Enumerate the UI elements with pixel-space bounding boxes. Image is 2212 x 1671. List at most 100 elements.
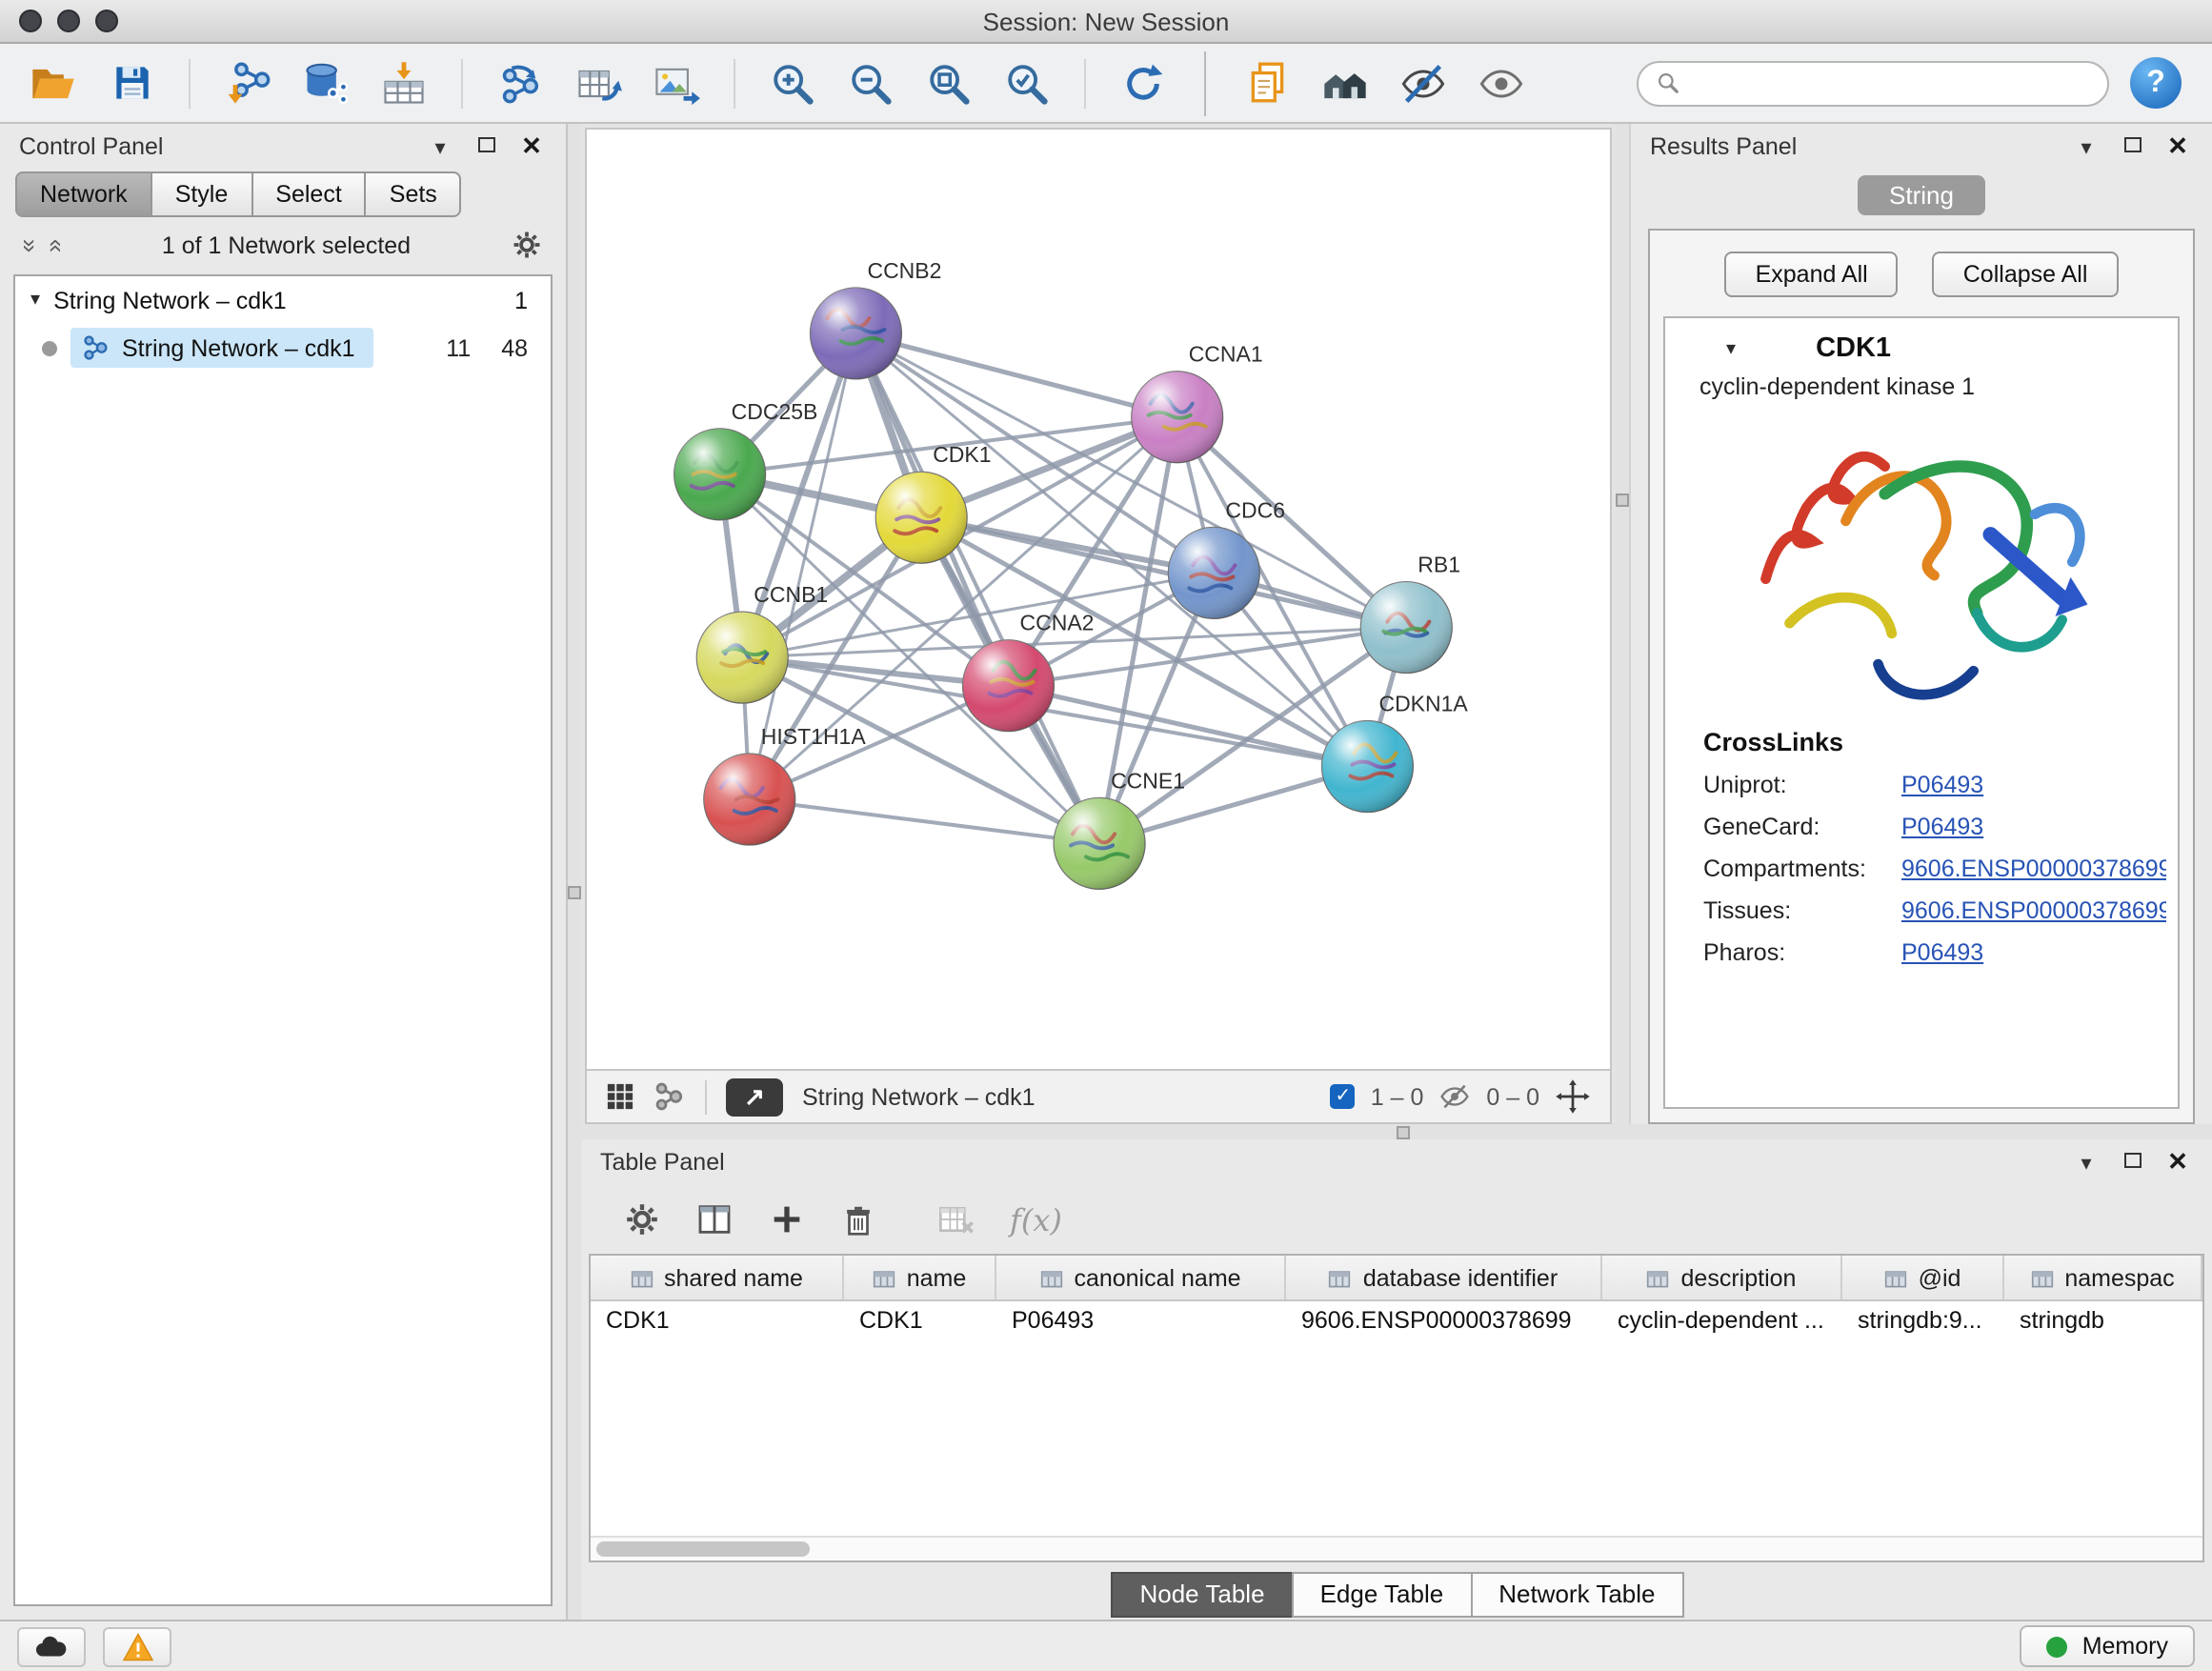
close-panel-icon[interactable]: ✕ [2162,1147,2193,1178]
cloud-status-button[interactable] [17,1626,86,1666]
refresh-button[interactable] [1109,49,1177,117]
open-session-button[interactable] [19,49,88,117]
collapse-panel-icon[interactable]: ▾ [2071,1150,2101,1175]
tab-network[interactable]: Network [15,171,152,217]
table-row[interactable]: CDK1CDK1P064939606.ENSP00000378699cyclin… [591,1301,2202,1343]
tab-node-table[interactable]: Node Table [1111,1572,1293,1618]
network-node[interactable]: HIST1H1A [704,724,867,845]
collection-expand-icon[interactable]: ▾ [30,290,40,311]
crosslink-link[interactable]: 9606.ENSP00000378699 [1901,856,2166,882]
first-neighbors-button[interactable] [1311,49,1379,117]
tab-network-table[interactable]: Network Table [1470,1572,1683,1618]
gene-header[interactable]: ▾ CDK1 [1665,318,2178,368]
selected-network-chip[interactable]: String Network – cdk1 [70,328,374,368]
column-header[interactable]: description [1602,1256,1842,1299]
grid-view-icon[interactable] [606,1082,634,1111]
network-node[interactable]: CDC6 [1168,497,1285,618]
expand-all-networks-icon[interactable]: » [20,238,39,252]
float-panel-icon[interactable] [2117,1151,2147,1174]
network-node[interactable]: CCNB1 [696,582,828,703]
column-header[interactable]: database identifier [1286,1256,1602,1299]
delete-column-trash-icon[interactable] [840,1201,876,1238]
show-columns-icon[interactable] [695,1200,734,1238]
minimize-window-button[interactable] [57,10,80,32]
birdseye-view-icon[interactable] [654,1080,686,1113]
network-canvas[interactable]: CCNB2CCNA1CDC25BCDK1CDC6RB1CCNB1CCNA2CDK… [585,128,1612,1071]
memory-button[interactable]: Memory [2020,1625,2195,1667]
scrollbar-thumb[interactable] [596,1541,810,1557]
new-network-table-button[interactable] [564,49,633,117]
export-network-button[interactable]: ↗ [726,1077,783,1116]
network-title: String Network – cdk1 [802,1083,1036,1110]
import-table-from-file-button[interactable] [370,49,438,117]
expand-all-button[interactable]: Expand All [1725,252,1899,297]
toolbar-separator [189,58,191,108]
crosslink-link[interactable]: P06493 [1901,814,2166,840]
save-session-button[interactable] [97,49,166,117]
warnings-button[interactable] [103,1626,171,1666]
network-row-selected[interactable]: String Network – cdk1 11 48 [15,324,551,372]
create-column-plus-icon[interactable] [768,1200,806,1238]
splitter-network-table[interactable] [581,1124,2212,1139]
table-cell: CDK1 [591,1301,844,1343]
gene-collapse-icon[interactable]: ▾ [1726,338,1736,359]
column-header[interactable]: canonical name [996,1256,1286,1299]
toolbar-search[interactable] [1637,60,2109,106]
close-panel-icon[interactable]: ✕ [2162,131,2193,162]
column-header[interactable]: shared name [591,1256,844,1299]
hidden-eye-slash-icon[interactable] [1438,1080,1471,1113]
close-window-button[interactable] [19,10,42,32]
network-node[interactable]: CDKN1A [1321,692,1468,813]
crosslink-link[interactable]: P06493 [1901,939,2166,966]
crosslink-link[interactable]: P06493 [1901,772,2166,798]
import-network-from-file-button[interactable] [213,49,282,117]
tab-style[interactable]: Style [151,171,253,217]
float-panel-icon[interactable] [2117,135,2147,158]
table-body[interactable]: CDK1CDK1P064939606.ENSP00000378699cyclin… [591,1301,2202,1536]
zoom-selected-button[interactable] [993,49,1061,117]
tab-select[interactable]: Select [251,171,367,217]
network-node[interactable]: CCNA1 [1132,342,1263,463]
column-header[interactable]: namespac [2004,1256,2202,1299]
table-header-row: shared namenamecanonical namedatabase id… [591,1256,2202,1301]
tab-edge-table[interactable]: Edge Table [1292,1572,1473,1618]
collapse-panel-icon[interactable]: ▾ [425,134,455,159]
copy-button[interactable] [1233,49,1301,117]
export-image-button[interactable] [642,49,711,117]
search-input[interactable] [1692,70,2090,96]
network-options-gear-icon[interactable] [511,229,543,261]
tab-sets[interactable]: Sets [365,171,462,217]
close-panel-icon[interactable]: ✕ [516,131,547,162]
column-header[interactable]: @id [1842,1256,2004,1299]
function-builder-icon[interactable]: f(x) [1010,1201,1062,1238]
show-all-button[interactable] [1467,49,1536,117]
new-network-button[interactable] [486,49,554,117]
fit-selected-crosshair-icon[interactable] [1555,1078,1591,1115]
protein-structure-image [1665,404,2178,709]
delete-table-icon[interactable] [937,1200,975,1238]
collapse-all-button[interactable]: Collapse All [1933,252,2119,297]
tab-string[interactable]: String [1857,175,1986,215]
zoom-fit-content-button[interactable] [915,49,983,117]
network-node[interactable]: CCNB2 [810,258,941,379]
network-node[interactable]: RB1 [1360,553,1460,674]
column-header[interactable]: name [844,1256,996,1299]
zoom-window-button[interactable] [95,10,118,32]
table-options-gear-icon[interactable] [623,1200,661,1238]
float-panel-icon[interactable] [471,135,501,158]
crosslink-link[interactable]: 9606.ENSP00000378699 [1901,897,2166,924]
hide-selected-button[interactable] [1389,49,1458,117]
table-horizontal-scrollbar[interactable] [591,1536,2202,1560]
splitter-control-network[interactable] [568,124,581,1620]
selected-checkbox-icon[interactable]: ✓ [1331,1084,1356,1109]
splitter-network-results[interactable] [1616,124,1629,1124]
help-button[interactable]: ? [2130,57,2182,109]
zoom-out-button[interactable] [836,49,905,117]
zoom-in-button[interactable] [758,49,827,117]
network-collection-row[interactable]: ▾ String Network – cdk1 1 [15,276,551,324]
collapse-all-networks-icon[interactable]: » [46,238,65,252]
import-network-from-database-button[interactable] [292,49,360,117]
network-graph[interactable]: CCNB2CCNA1CDC25BCDK1CDC6RB1CCNB1CCNA2CDK… [587,130,1610,1069]
collapse-panel-icon[interactable]: ▾ [2071,134,2101,159]
crosslink-label: Compartments: [1703,856,1901,882]
